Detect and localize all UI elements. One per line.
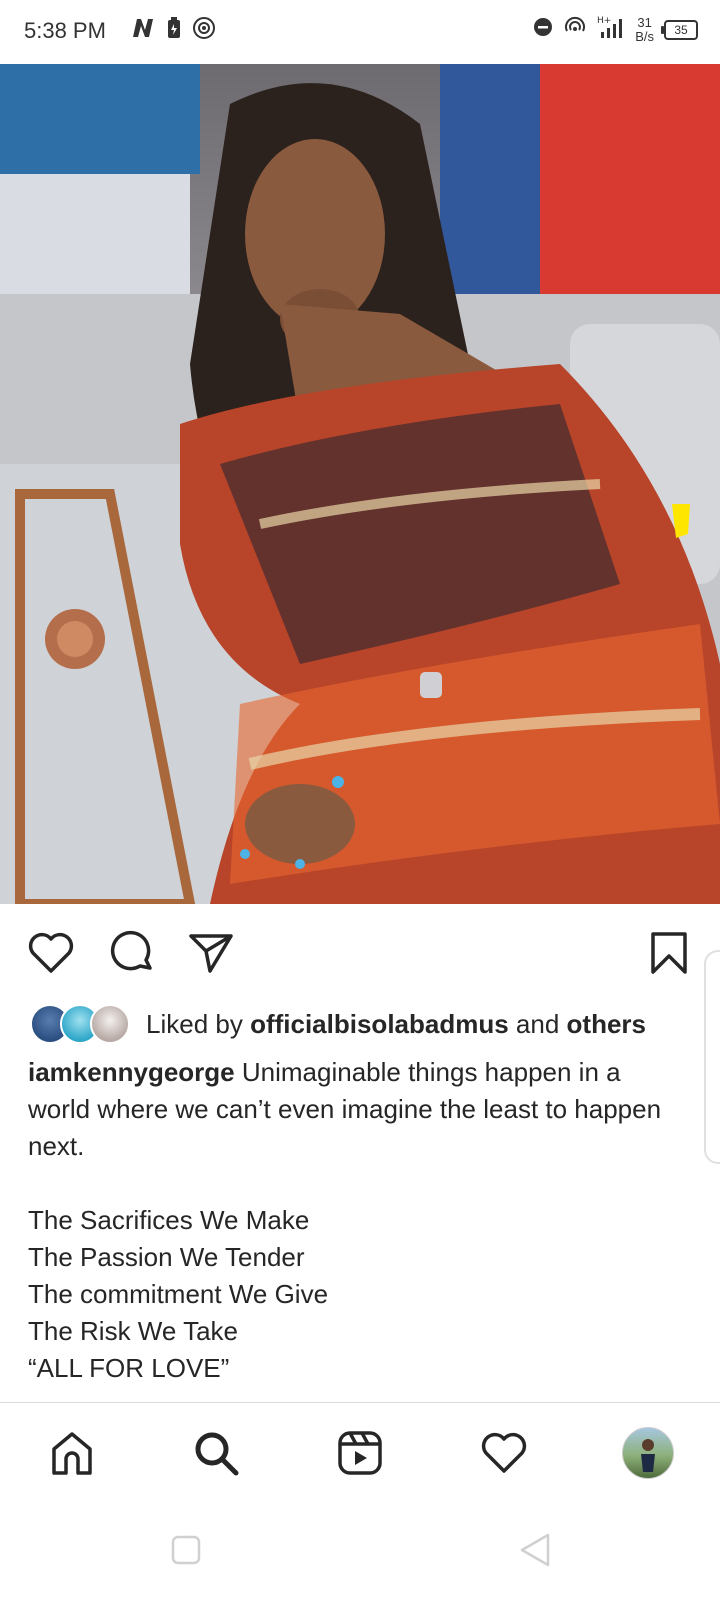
comment-icon: [110, 930, 152, 971]
heart-icon: [481, 1432, 527, 1473]
signal-icon: H+: [597, 14, 625, 45]
network-speed: 31 B/s: [635, 14, 654, 44]
search-icon: [195, 1432, 239, 1476]
comment-button[interactable]: [108, 928, 158, 978]
network-speed-unit: B/s: [635, 28, 654, 44]
caption-line: The Risk We Take: [28, 1316, 239, 1346]
send-icon: [189, 934, 233, 973]
recents-button[interactable]: [170, 1534, 202, 1571]
side-edge-handle[interactable]: [704, 950, 720, 1164]
status-system-icons: H+ 31 B/s 35: [533, 14, 698, 45]
network-speed-value: 31: [637, 14, 652, 30]
profile-photo: [641, 1439, 655, 1472]
likes-row[interactable]: Liked by officialbisolabadmus and others: [30, 1004, 646, 1044]
bottom-navigation: [0, 1402, 720, 1503]
caption-first-paragraph: iamkennygeorge Unimaginable things happe…: [28, 1054, 668, 1165]
likes-prefix: Liked by: [146, 1008, 243, 1039]
reels-icon: [338, 1431, 382, 1475]
post-image[interactable]: [0, 64, 720, 904]
avatar: [90, 1004, 130, 1044]
caption-line: The Passion We Tender: [28, 1242, 305, 1272]
post-actions: [0, 904, 720, 998]
wifi-hotspot-icon: [563, 15, 587, 44]
likes-and: and: [515, 1008, 560, 1039]
liker-avatars: [30, 1004, 130, 1044]
likes-others-link[interactable]: others: [567, 1009, 646, 1040]
back-button[interactable]: [518, 1532, 552, 1573]
n-app-icon: [130, 17, 156, 44]
caption-line: “ALL FOR LOVE”: [28, 1353, 230, 1383]
nav-reels[interactable]: [334, 1427, 386, 1479]
nav-activity[interactable]: [478, 1427, 530, 1479]
square-icon: [171, 1535, 201, 1565]
status-bar: 5:38 PM H+ 31 B/s 35: [0, 0, 720, 64]
likes-user-link[interactable]: officialbisolabadmus: [250, 1009, 509, 1040]
status-notification-icons: [130, 16, 216, 45]
post-caption: iamkennygeorge Unimaginable things happe…: [28, 1054, 668, 1387]
nav-profile[interactable]: [622, 1427, 674, 1479]
post-photo-illustration: [0, 64, 720, 904]
share-button[interactable]: [186, 928, 236, 978]
do-not-disturb-icon: [533, 17, 553, 42]
caption-username[interactable]: iamkennygeorge: [28, 1057, 235, 1087]
avatar: [622, 1427, 674, 1479]
caption-line: The Sacrifices We Make: [28, 1205, 310, 1235]
caption-line: The commitment We Give: [28, 1279, 329, 1309]
battery-saver-icon: [166, 16, 182, 45]
status-time: 5:38 PM: [24, 18, 106, 43]
home-icon: [52, 1432, 92, 1475]
bookmark-icon: [651, 932, 687, 974]
network-type-label: H+: [597, 16, 611, 26]
nav-search[interactable]: [190, 1427, 242, 1479]
heart-icon: [28, 932, 74, 973]
save-button[interactable]: [644, 928, 694, 978]
back-triangle-icon: [520, 1533, 550, 1567]
like-button[interactable]: [26, 928, 76, 978]
system-navigation-bar: [0, 1502, 720, 1600]
nav-home[interactable]: [46, 1427, 98, 1479]
battery-icon: 35: [661, 19, 698, 40]
hotspot-icon: [192, 16, 216, 45]
